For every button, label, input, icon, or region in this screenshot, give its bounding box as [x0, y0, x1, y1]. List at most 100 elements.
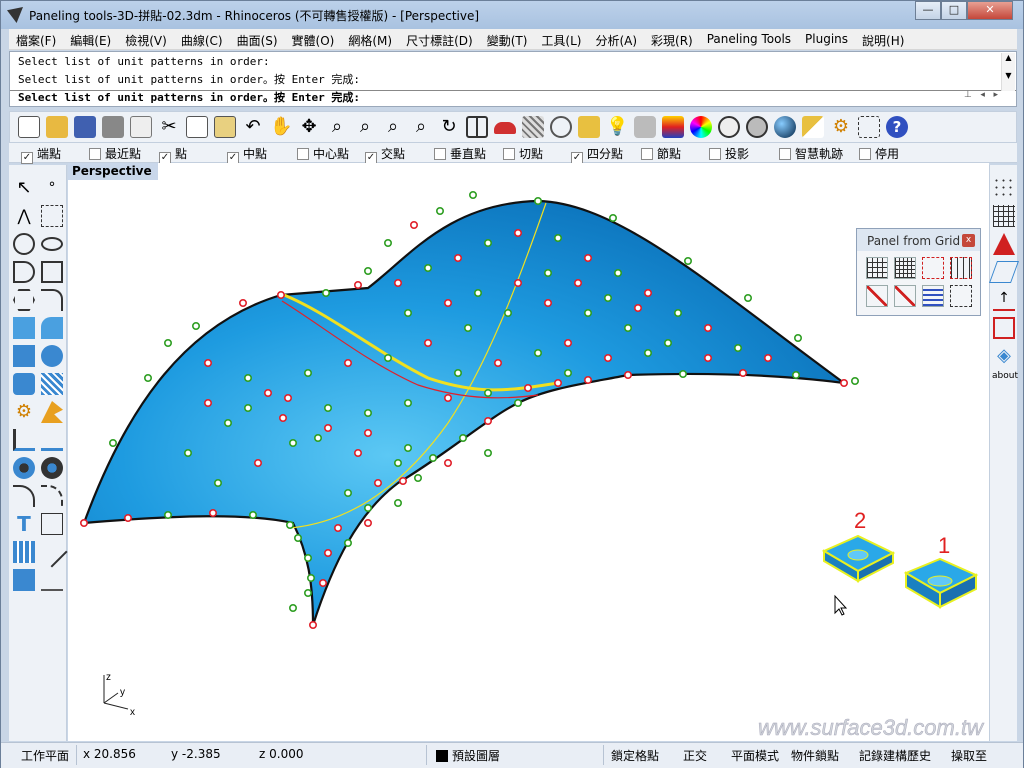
- control-point[interactable]: [453, 254, 462, 263]
- menu-edit[interactable]: 編輯(E): [63, 29, 118, 49]
- control-point[interactable]: [839, 379, 848, 388]
- control-point[interactable]: [322, 289, 331, 298]
- control-point[interactable]: [249, 510, 258, 519]
- control-point[interactable]: [323, 548, 332, 557]
- control-point[interactable]: [184, 448, 193, 457]
- gumball-icon[interactable]: [41, 513, 63, 535]
- control-point[interactable]: [643, 289, 652, 298]
- menu-surface[interactable]: 曲面(S): [230, 29, 285, 49]
- array-icon[interactable]: [13, 541, 35, 563]
- options-gear-icon[interactable]: ⚙: [830, 116, 852, 138]
- control-point[interactable]: [363, 503, 372, 512]
- control-point[interactable]: [533, 196, 542, 205]
- control-point[interactable]: [633, 304, 642, 313]
- select-icon[interactable]: [578, 116, 600, 138]
- control-point[interactable]: [363, 267, 372, 276]
- control-point[interactable]: [409, 220, 418, 229]
- control-point[interactable]: [304, 553, 313, 562]
- control-point[interactable]: [277, 291, 286, 300]
- control-point[interactable]: [428, 453, 437, 462]
- control-point[interactable]: [80, 518, 89, 527]
- render-box-icon[interactable]: [13, 569, 35, 591]
- control-point[interactable]: [214, 478, 223, 487]
- control-point[interactable]: [353, 281, 362, 290]
- control-point[interactable]: [503, 309, 512, 318]
- control-point[interactable]: [204, 399, 213, 408]
- cylinder-icon[interactable]: [13, 373, 35, 395]
- control-point[interactable]: [608, 213, 617, 222]
- history-icon[interactable]: [858, 116, 880, 138]
- control-point[interactable]: [573, 279, 582, 288]
- menu-curve[interactable]: 曲線(C): [174, 29, 230, 49]
- triangle-panel-icon[interactable]: [993, 233, 1015, 255]
- control-point[interactable]: [553, 379, 562, 388]
- control-point[interactable]: [453, 369, 462, 378]
- control-point[interactable]: [583, 254, 592, 263]
- snap-toggle[interactable]: 鎖定格點: [611, 747, 659, 764]
- surface-extrude-icon[interactable]: [41, 317, 63, 339]
- select-arrow-icon[interactable]: ↖: [13, 177, 35, 199]
- control-point[interactable]: [563, 339, 572, 348]
- control-point[interactable]: [673, 309, 682, 318]
- control-point[interactable]: [733, 344, 742, 353]
- color-wheel-icon[interactable]: [690, 116, 712, 138]
- osnap-perpendicular[interactable]: 垂直點: [434, 145, 486, 162]
- minimize-button[interactable]: —: [915, 1, 941, 20]
- control-point[interactable]: [343, 488, 352, 497]
- control-point[interactable]: [304, 588, 313, 597]
- control-point[interactable]: [279, 414, 288, 423]
- control-point[interactable]: [239, 299, 248, 308]
- menu-mesh[interactable]: 網格(M): [341, 29, 399, 49]
- control-point[interactable]: [543, 299, 552, 308]
- control-point[interactable]: [383, 354, 392, 363]
- control-point[interactable]: [323, 423, 332, 432]
- panel-grid-dashed-2-icon[interactable]: [950, 257, 972, 279]
- lock-icon[interactable]: [634, 116, 656, 138]
- control-point[interactable]: [144, 374, 153, 383]
- surface-icon[interactable]: [13, 317, 35, 339]
- control-point[interactable]: [319, 578, 328, 587]
- curve-edit-icon[interactable]: [13, 485, 35, 507]
- control-point[interactable]: [743, 294, 752, 303]
- control-point[interactable]: [383, 239, 392, 248]
- osnap-end[interactable]: ✓ 端點: [21, 145, 61, 164]
- control-point[interactable]: [264, 389, 273, 398]
- sphere-icon[interactable]: [41, 345, 63, 367]
- control-point[interactable]: [323, 404, 332, 413]
- command-history-scrollbar[interactable]: ▲ ▼: [1001, 53, 1015, 91]
- control-point[interactable]: [164, 339, 173, 348]
- control-point[interactable]: [314, 433, 323, 442]
- osnap-quadrant[interactable]: ✓ 四分點: [571, 145, 623, 164]
- cplane-icon[interactable]: [550, 116, 572, 138]
- panel-grid-fine-icon[interactable]: [894, 257, 916, 279]
- perspective-viewport[interactable]: Perspective 2 1 z y x www.surface3d.com.…: [68, 163, 989, 741]
- osnap-near[interactable]: 最近點: [89, 145, 141, 162]
- control-point[interactable]: [363, 428, 372, 437]
- control-point[interactable]: [513, 399, 522, 408]
- arc-icon[interactable]: [13, 261, 35, 283]
- control-point[interactable]: [583, 309, 592, 318]
- analyze-icon[interactable]: [36, 536, 68, 568]
- new-file-icon[interactable]: [18, 116, 40, 138]
- control-point[interactable]: [513, 229, 522, 238]
- shift-grid-icon[interactable]: [988, 261, 1020, 283]
- panel-custom-2-icon[interactable]: [894, 285, 916, 307]
- panel-grid-icon[interactable]: [866, 257, 888, 279]
- ellipse-icon[interactable]: [41, 237, 63, 251]
- snap-icon[interactable]: [13, 457, 35, 479]
- wireframe-sphere-icon[interactable]: [718, 116, 740, 138]
- menu-solid[interactable]: 實體(O): [285, 29, 342, 49]
- import-icon[interactable]: [130, 116, 152, 138]
- control-point[interactable]: [493, 359, 502, 368]
- control-point[interactable]: [533, 349, 542, 358]
- polygon-icon[interactable]: [13, 289, 35, 311]
- menu-transform[interactable]: 變動(T): [480, 29, 535, 49]
- control-point[interactable]: [738, 369, 747, 378]
- osnap-project[interactable]: 投影: [709, 145, 749, 162]
- shaded-sphere-icon[interactable]: [746, 116, 768, 138]
- rotate-view-icon[interactable]: ✥: [298, 116, 320, 138]
- osnap-smarttrack[interactable]: 智慧軌跡: [779, 145, 843, 162]
- grid-panel-icon[interactable]: [993, 205, 1015, 227]
- current-layer[interactable]: 預設圖層: [436, 747, 500, 764]
- text-icon[interactable]: T: [13, 513, 35, 535]
